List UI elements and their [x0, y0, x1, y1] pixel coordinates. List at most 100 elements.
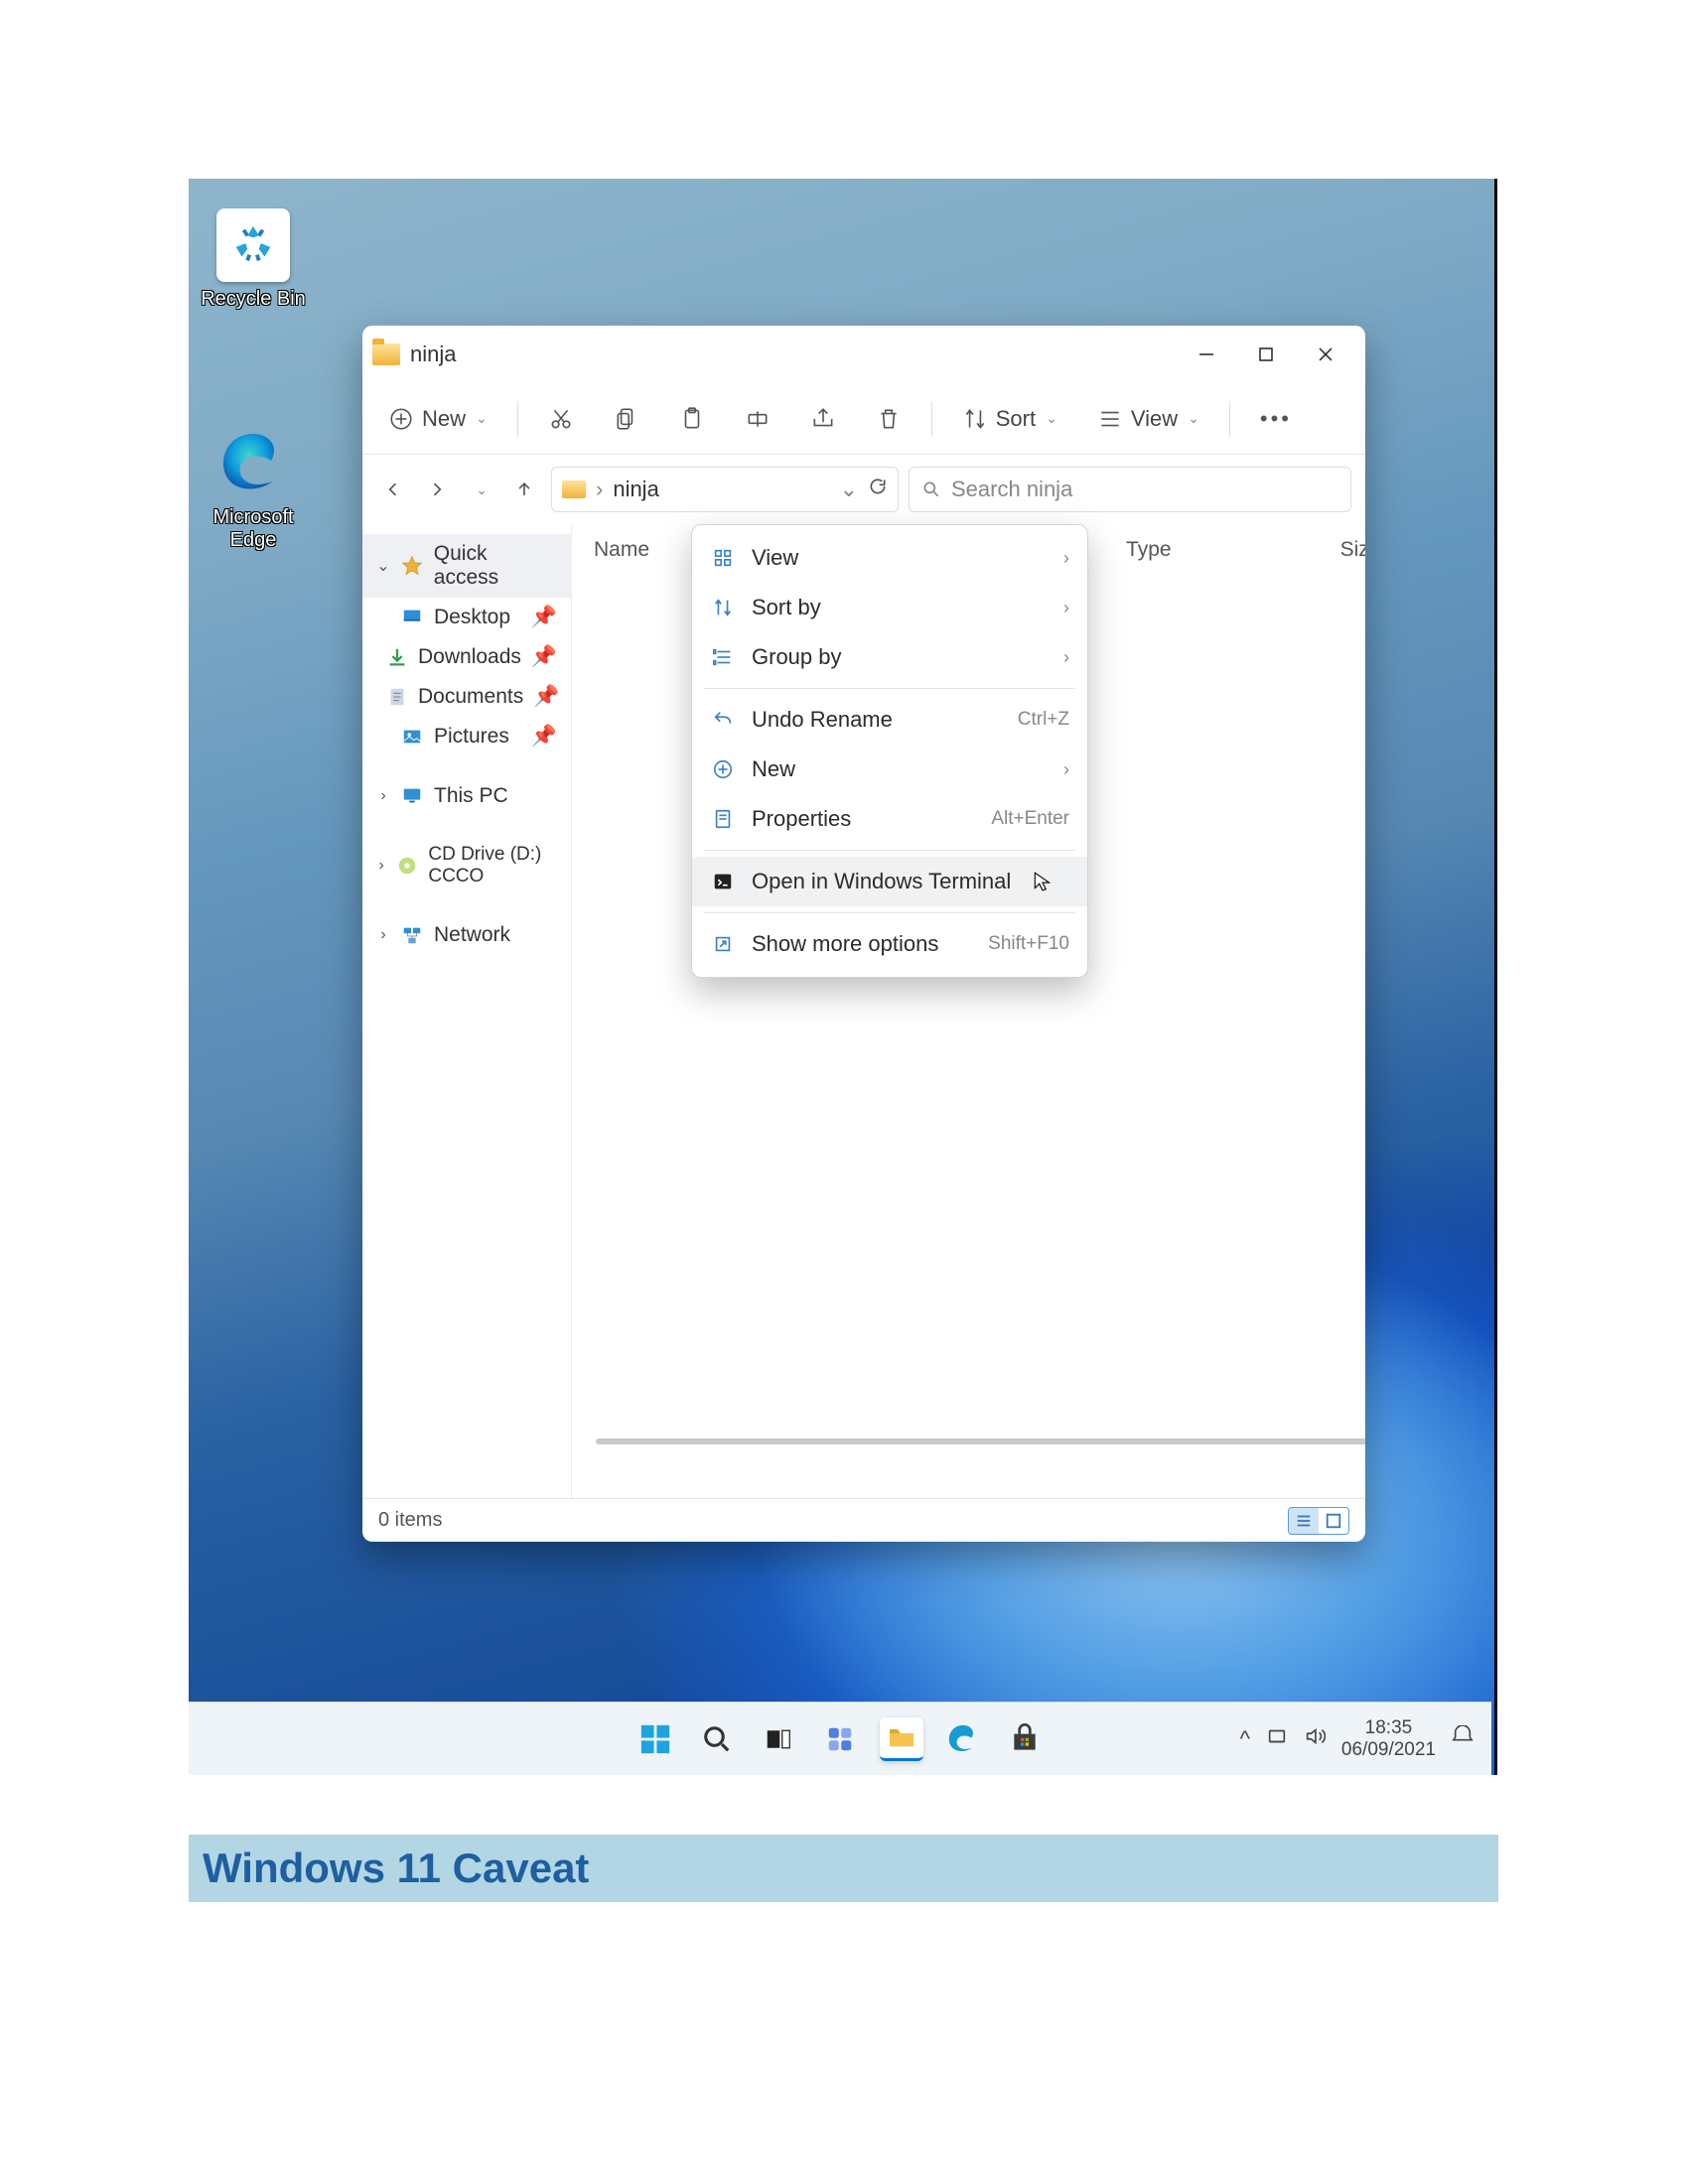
terminal-icon: [710, 869, 736, 894]
rename-button[interactable]: [735, 400, 780, 438]
tray-overflow-icon[interactable]: ^: [1240, 1726, 1250, 1752]
col-name[interactable]: Name: [594, 538, 649, 562]
sidebar-item-quick-access[interactable]: ⌄ Quick access: [362, 534, 571, 598]
system-tray: ^ 18:35 06/09/2021: [1240, 1717, 1474, 1761]
chevron-right-icon: ›: [1063, 759, 1069, 780]
forward-button[interactable]: [420, 473, 454, 506]
delete-button[interactable]: [866, 400, 912, 438]
ctx-properties-hint: Alt+Enter: [991, 808, 1069, 830]
ctx-more-label: Show more options: [752, 931, 972, 957]
sidebar-item-pictures[interactable]: Pictures 📌: [362, 717, 571, 756]
sidebar-item-cd-drive[interactable]: › CD Drive (D:) CCCO: [362, 836, 571, 895]
sidebar-item-documents[interactable]: Documents 📌: [362, 677, 571, 717]
desktop-label: Desktop: [434, 606, 510, 629]
pin-icon: 📌: [531, 645, 557, 669]
sort-button[interactable]: Sort ⌄: [952, 400, 1067, 438]
paste-button[interactable]: [669, 400, 715, 438]
chevron-right-icon: ›: [1063, 647, 1069, 668]
widgets-button[interactable]: [818, 1717, 862, 1761]
disc-icon: [396, 856, 418, 876]
item-count: 0 items: [378, 1509, 442, 1532]
taskbar-store[interactable]: [1003, 1717, 1047, 1761]
edge-icon: [946, 1722, 980, 1756]
details-view-button[interactable]: [1289, 1508, 1319, 1534]
col-type[interactable]: Type: [1126, 538, 1172, 562]
desktop-icon: [400, 608, 424, 627]
close-button[interactable]: [1296, 326, 1355, 383]
new-button[interactable]: New ⌄: [378, 400, 497, 438]
copy-button[interactable]: [604, 400, 649, 438]
start-button[interactable]: [633, 1717, 677, 1761]
separator: [517, 401, 518, 437]
onedrive-icon[interactable]: [1266, 1725, 1288, 1753]
titlebar[interactable]: ninja: [362, 326, 1365, 383]
notifications-icon[interactable]: [1452, 1725, 1474, 1753]
pin-icon: 📌: [531, 606, 557, 629]
sidebar-item-desktop[interactable]: Desktop 📌: [362, 598, 571, 637]
store-icon: [1009, 1723, 1041, 1755]
ctx-new-label: New: [752, 756, 1069, 782]
taskbar-file-explorer[interactable]: [880, 1717, 923, 1761]
chevron-right-icon: ›: [376, 926, 390, 944]
ctx-undo-label: Undo Rename: [752, 707, 1002, 733]
view-button[interactable]: View ⌄: [1087, 400, 1209, 438]
expand-icon: [710, 931, 736, 957]
chevron-right-icon: ›: [376, 787, 390, 805]
ctx-sort-by[interactable]: Sort by ›: [692, 583, 1087, 632]
thumbnails-view-button[interactable]: [1319, 1508, 1348, 1534]
taskbar-search-button[interactable]: [695, 1717, 739, 1761]
context-menu: View › Sort by › Group by ›: [691, 524, 1088, 978]
address-bar[interactable]: › ninja ⌄: [551, 467, 899, 512]
recycle-bin-desktop-icon[interactable]: Recycle Bin: [199, 208, 308, 311]
task-view-button[interactable]: [757, 1717, 800, 1761]
back-button[interactable]: [376, 473, 410, 506]
chevron-down-icon: ⌄: [1188, 410, 1199, 427]
file-explorer-window: ninja New ⌄: [362, 326, 1365, 1542]
maximize-button[interactable]: [1236, 326, 1296, 383]
minimize-button[interactable]: [1177, 326, 1236, 383]
folder-icon: [886, 1721, 917, 1753]
up-button[interactable]: [507, 473, 541, 506]
recent-button[interactable]: ⌄: [464, 473, 497, 506]
microsoft-edge-desktop-icon[interactable]: Microsoft Edge: [199, 427, 308, 552]
cut-button[interactable]: [538, 400, 584, 438]
edge-label: Microsoft Edge: [212, 506, 293, 551]
ctx-properties[interactable]: Properties Alt+Enter: [692, 794, 1087, 844]
col-size[interactable]: Size: [1340, 538, 1365, 562]
ctx-open-terminal[interactable]: Open in Windows Terminal: [692, 857, 1087, 906]
cd-drive-label: CD Drive (D:) CCCO: [428, 844, 557, 887]
documents-label: Documents: [418, 685, 523, 709]
separator: [704, 688, 1075, 689]
chevron-right-icon: ›: [376, 857, 386, 875]
refresh-button[interactable]: [868, 477, 888, 502]
pin-icon: 📌: [531, 725, 557, 749]
time-text: 18:35: [1341, 1717, 1436, 1739]
taskbar-edge[interactable]: [941, 1717, 985, 1761]
ctx-show-more-options[interactable]: Show more options Shift+F10: [692, 919, 1087, 969]
chevron-right-icon: ›: [1063, 598, 1069, 618]
ctx-view[interactable]: View ›: [692, 533, 1087, 583]
ctx-new[interactable]: New ›: [692, 745, 1087, 794]
sort-icon: [710, 595, 736, 620]
more-button[interactable]: •••: [1250, 400, 1302, 438]
file-list-area[interactable]: Name Type Size View › Sort by: [571, 524, 1365, 1498]
sidebar-item-downloads[interactable]: Downloads 📌: [362, 637, 571, 677]
status-bar: 0 items: [362, 1498, 1365, 1542]
this-pc-label: This PC: [434, 784, 508, 808]
sidebar-item-network[interactable]: › Network: [362, 915, 571, 955]
ctx-group-by[interactable]: Group by ›: [692, 632, 1087, 682]
sidebar-item-this-pc[interactable]: › This PC: [362, 776, 571, 816]
pin-icon: 📌: [533, 685, 559, 709]
history-chevron-icon[interactable]: ⌄: [840, 477, 858, 502]
search-box[interactable]: Search ninja: [909, 467, 1351, 512]
recycle-bin-label: Recycle Bin: [201, 288, 306, 310]
share-button[interactable]: [800, 400, 846, 438]
properties-icon: [710, 806, 736, 832]
horizontal-scrollbar[interactable]: [596, 1438, 1365, 1444]
clock[interactable]: 18:35 06/09/2021: [1341, 1717, 1436, 1761]
volume-icon[interactable]: [1304, 1725, 1326, 1753]
plus-circle-icon: [710, 756, 736, 782]
windows11-desktop-screenshot: Recycle Bin Microsoft Edge ninja: [189, 179, 1497, 1775]
chevron-down-icon: ⌄: [476, 410, 488, 427]
ctx-undo-rename[interactable]: Undo Rename Ctrl+Z: [692, 695, 1087, 745]
